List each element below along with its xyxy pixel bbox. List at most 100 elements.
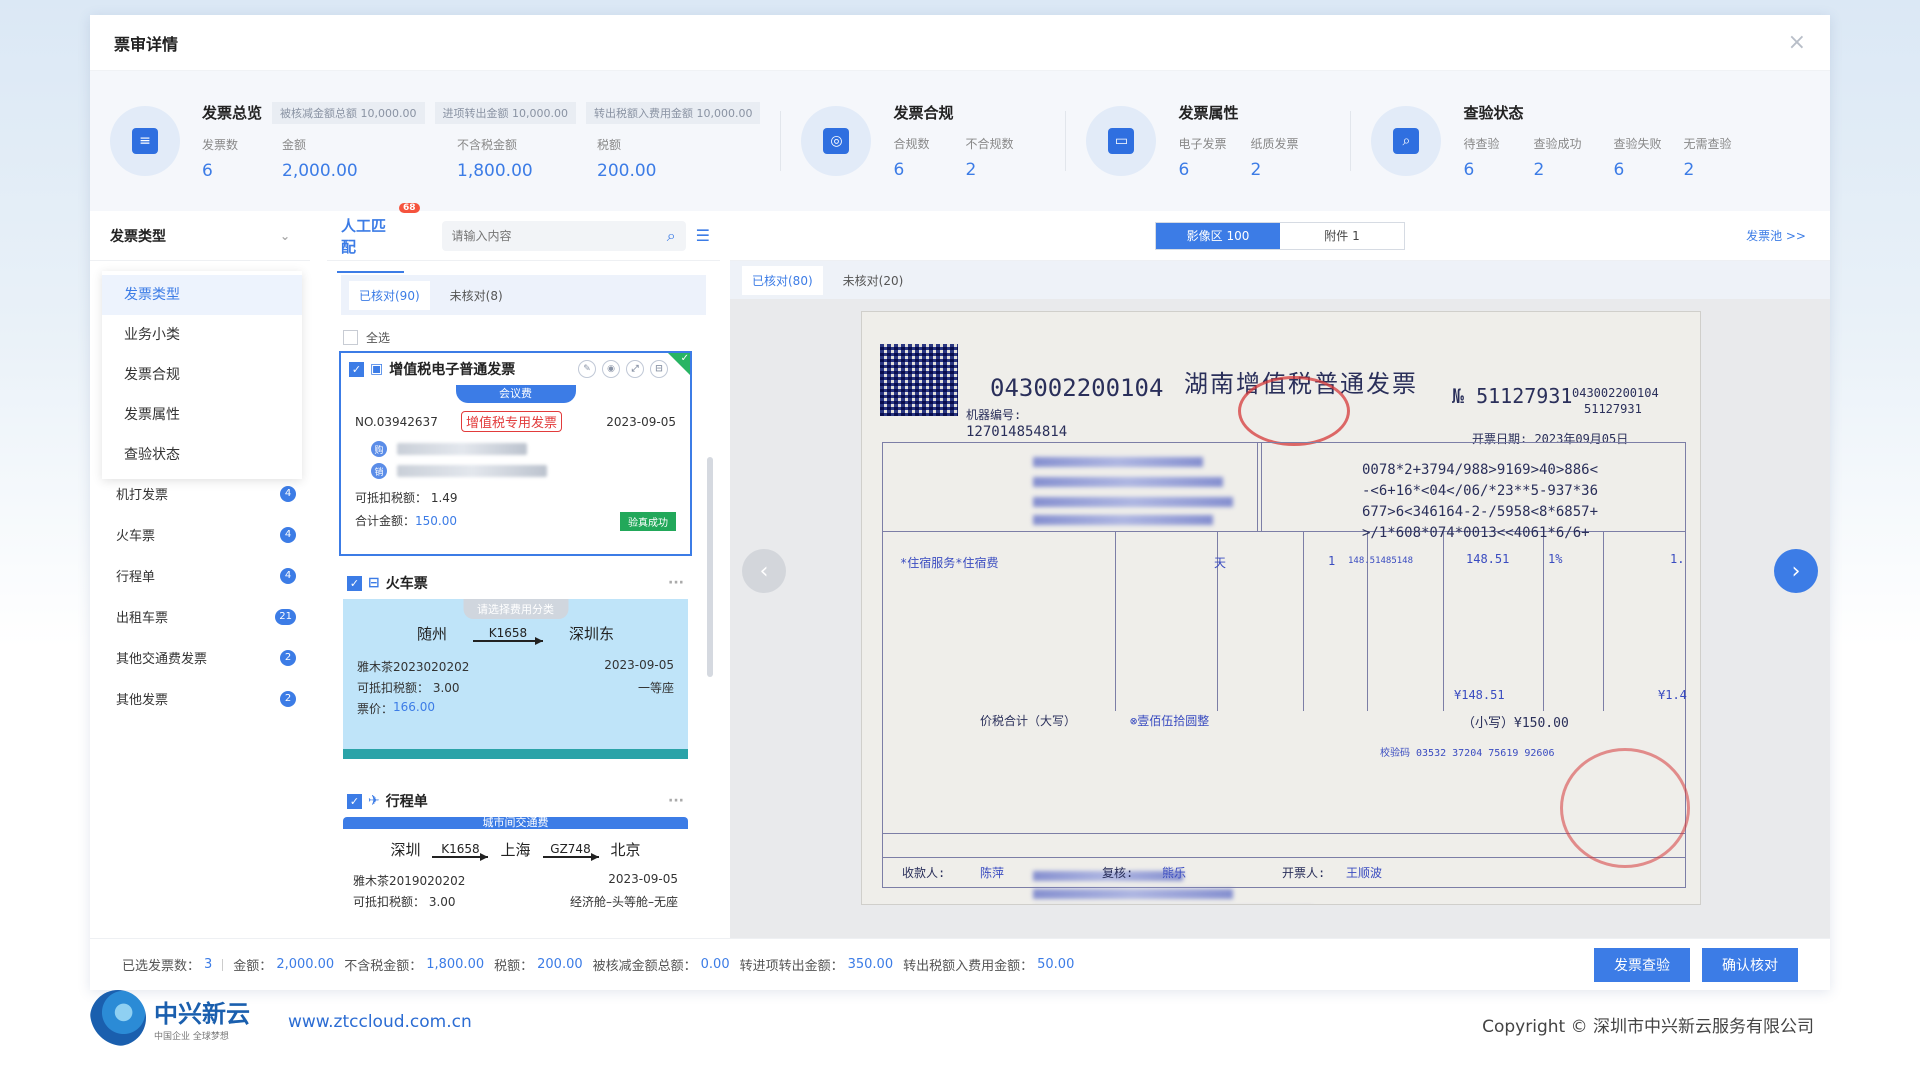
- compliance-title: 发票合规: [893, 104, 954, 122]
- train-ticket-card[interactable]: ✓ ⊟ 火车票 ··· 请选择费用分类 随州 K1658 深圳东 雅木茶2023…: [339, 567, 692, 772]
- sum-tax: ¥1.4: [1658, 688, 1687, 702]
- invoice-list-panel: 人工匹配 68 ⌕ ☰ 已核对(90) 未核对(8) 全选 ✓ ✓ ▣ 增值税电…: [327, 202, 720, 938]
- shield-icon: ◎: [801, 106, 872, 176]
- copyright: Copyright © 深圳市中兴新云服务有限公司: [1482, 1017, 1814, 1037]
- viewer-subtabs: 已核对(80) 未核对(20): [730, 261, 1830, 299]
- stat-value: 2: [1250, 160, 1262, 180]
- edit-icon[interactable]: ✎: [578, 360, 596, 378]
- list-item-label: 火车票: [116, 529, 156, 544]
- search-box: ⌕: [441, 220, 686, 251]
- to-station: 深圳东: [569, 625, 615, 643]
- dropdown-option[interactable]: 发票合规: [102, 355, 302, 395]
- list-scrollbar[interactable]: [707, 457, 713, 677]
- verify-group: ⌕ 查验状态 待查验 6 查验成功 2 查验失败 6 无需查验 2: [1351, 91, 1763, 191]
- invoice-image-area: 043002200104 湖南增值税普通发票 № 51127931 043002…: [730, 299, 1830, 938]
- website-link[interactable]: www.ztccloud.com.cn: [288, 1012, 472, 1032]
- list-item[interactable]: 机打发票 4: [90, 473, 310, 514]
- confirm-check-button[interactable]: 确认核对: [1702, 947, 1798, 982]
- check-status-tabs: 已核对(90) 未核对(8): [341, 275, 706, 315]
- image-viewer-panel: 影像区 100 附件 1 发票池 >> 已核对(80) 未核对(20) 0430…: [730, 211, 1830, 938]
- stat-label: 不含税金额: [457, 137, 518, 152]
- modal-header: 票审详情 ×: [90, 15, 1830, 71]
- qr-code: [880, 344, 958, 416]
- list-item[interactable]: 其他交通费发票 2: [90, 637, 310, 678]
- type-list: 机打发票 4 火车票 4 行程单 4 出租车票 21 其他交通费发票 2 其他发票 2: [90, 473, 310, 719]
- compliance-group: ◎ 发票合规 合规数 6 不合规数 2: [781, 91, 1065, 191]
- more-icon[interactable]: ···: [668, 793, 684, 809]
- stat-label: 税额: [597, 137, 622, 152]
- tab-unchecked[interactable]: 未核对(8): [440, 281, 513, 310]
- taxfee-label: 转出税额入费用金额：: [903, 959, 1034, 974]
- chevron-down-icon: ⌄: [279, 228, 290, 243]
- list-item[interactable]: 行程单 4: [90, 555, 310, 596]
- brand-logo: 中兴新云 中国企业 全球梦想: [90, 990, 250, 1046]
- reduced-value: 0.00: [700, 957, 730, 972]
- card-checkbox[interactable]: ✓: [349, 361, 364, 377]
- invoice-seal: [1238, 376, 1350, 446]
- prev-arrow-icon[interactable]: ‹: [742, 549, 786, 593]
- deductible-tax: 可抵扣税额： 1.49: [355, 491, 458, 505]
- more-icon[interactable]: ···: [668, 575, 684, 591]
- select-all-checkbox[interactable]: [343, 330, 358, 345]
- verify-invoice-button[interactable]: 发票查验: [1594, 947, 1690, 982]
- from-city: 深圳: [390, 841, 421, 859]
- train-icon: ⊟: [368, 575, 380, 591]
- code-right: 043002200104: [1572, 386, 1659, 400]
- reviewer-label: 复核:: [1102, 866, 1134, 880]
- list-item[interactable]: 火车票 4: [90, 514, 310, 555]
- number-right: 51127931: [1584, 402, 1642, 416]
- card-checkbox[interactable]: ✓: [347, 793, 362, 809]
- invoice-number: № 51127931: [1452, 384, 1573, 408]
- dropdown-option[interactable]: 业务小类: [102, 315, 302, 355]
- tab-checked[interactable]: 已核对(80): [742, 265, 823, 295]
- close-icon[interactable]: ×: [1788, 30, 1806, 55]
- card-checkbox[interactable]: ✓: [347, 575, 362, 591]
- filter-sidebar: 发票类型 ⌄ 发票类型 业务小类 发票合规 发票属性 查验状态 机打发票 4 火车…: [90, 211, 310, 938]
- buyer-blurred: [397, 443, 527, 455]
- seller-icon: 销: [371, 463, 387, 479]
- leg2-number: GZ748: [550, 841, 591, 856]
- machine-number: 127014854814: [966, 424, 1068, 440]
- stat-label: 合规数: [893, 137, 930, 151]
- itinerary-card[interactable]: ✓ ✈ 行程单 ··· 城市间交通费 深圳 K1658 上海 GZ748 北京 …: [339, 785, 692, 930]
- category-placeholder[interactable]: 请选择费用分类: [463, 599, 568, 619]
- count-badge: 4: [280, 526, 296, 543]
- payee: 陈萍: [980, 866, 1005, 880]
- tab-attachments[interactable]: 附件 1: [1280, 223, 1404, 249]
- seller-seal: [1560, 748, 1690, 868]
- attributes-group: ▭ 发票属性 电子发票 6 纸质发票 2: [1066, 91, 1350, 191]
- dropdown-option[interactable]: 查验状态: [102, 435, 302, 475]
- type-select[interactable]: 发票类型 ⌄: [90, 211, 310, 261]
- route-arrow: [542, 852, 599, 861]
- price-label: 票价：: [357, 702, 394, 716]
- invoice-date: 2023-09-05: [606, 415, 676, 429]
- tab-unchecked[interactable]: 未核对(20): [833, 266, 914, 295]
- category-ribbon[interactable]: 城市间交通费: [483, 817, 549, 829]
- search-icon[interactable]: ⌕: [667, 226, 676, 246]
- invoice-card[interactable]: ✓ ✓ ▣ 增值税电子普通发票 ✎ ◉ ⤢ ⊟ 会议费 增值税专用发票 NO.0…: [339, 351, 692, 556]
- transfer-label: 转进项转出金额：: [739, 959, 844, 974]
- split-icon[interactable]: ⊟: [650, 360, 668, 378]
- category-ribbon[interactable]: 会议费: [455, 385, 576, 403]
- ticket-date: 2023-09-05: [608, 872, 678, 886]
- tab-image-area[interactable]: 影像区 100: [1156, 222, 1280, 249]
- dropdown-option[interactable]: 发票类型: [102, 275, 302, 315]
- count-badge: 2: [280, 690, 296, 707]
- tab-checked[interactable]: 已核对(90): [349, 280, 430, 310]
- list-item[interactable]: 其他发票 2: [90, 678, 310, 719]
- list-item[interactable]: 出租车票 21: [90, 596, 310, 637]
- tab-manual-match[interactable]: 人工匹配 68: [337, 199, 420, 273]
- reviewer: 熊乐: [1162, 866, 1187, 880]
- dropdown-option[interactable]: 发票属性: [102, 395, 302, 435]
- next-arrow-icon[interactable]: ›: [1774, 549, 1818, 593]
- selected-label: 已选发票数：: [122, 959, 201, 974]
- expand-icon[interactable]: ⤢: [626, 360, 644, 378]
- invoice-pool-link[interactable]: 发票池 >>: [1746, 227, 1806, 244]
- select-all[interactable]: 全选: [327, 315, 720, 346]
- search-input[interactable]: [451, 228, 661, 243]
- card-title: 增值税电子普通发票: [389, 362, 516, 378]
- invoice-review-modal: 票审详情 × ≡ 发票总览 被核减金额总额 10,000.00 进项转出金额 1…: [90, 15, 1830, 990]
- view-icon[interactable]: ◉: [602, 360, 620, 378]
- taxfee-value: 50.00: [1037, 957, 1075, 972]
- list-sort-icon[interactable]: ☰: [696, 226, 710, 245]
